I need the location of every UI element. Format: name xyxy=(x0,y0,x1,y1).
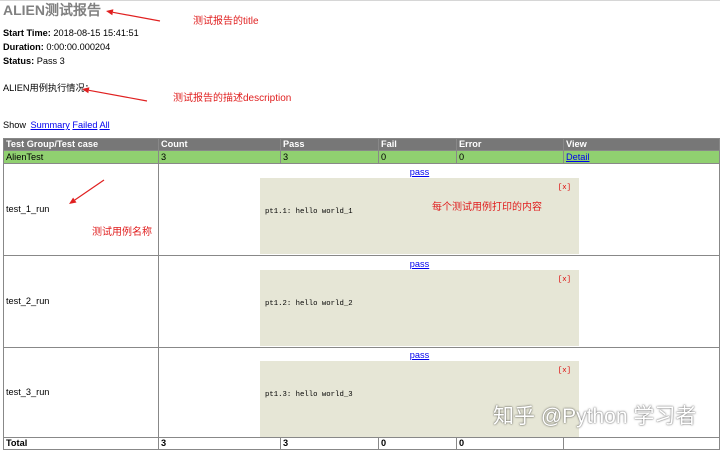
group-count: 3 xyxy=(158,150,281,164)
case-row: test_2_run pass [x] pt1.2: hello world_2 xyxy=(3,255,720,348)
case-result-line: pass xyxy=(260,350,579,361)
total-pass: 3 xyxy=(280,437,379,450)
filter-bar: Show Summary Failed All xyxy=(3,118,110,132)
group-view-cell: Detail xyxy=(563,150,720,164)
group-error: 0 xyxy=(456,150,564,164)
watermark: 知乎 @Python 学习者 xyxy=(493,405,697,428)
case-output-text: pt1.3: hello world_3 xyxy=(265,391,353,399)
case-output-popup: [x] pt1.1: hello world_1 xyxy=(260,178,579,254)
case-output-text: pt1.2: hello world_2 xyxy=(265,300,353,308)
case-name: test_1_run xyxy=(3,163,159,256)
header-pass: Pass xyxy=(280,138,379,151)
description-arrow-shaft xyxy=(88,89,148,102)
description-annotation: 测试报告的描述description xyxy=(173,93,292,104)
status-value: Pass 3 xyxy=(36,56,65,66)
title-arrow-head xyxy=(106,9,114,16)
header-view: View xyxy=(563,138,720,151)
header-error: Error xyxy=(456,138,564,151)
report-page: ALIEN测试报告 Start Time: 2018-08-15 15:41:5… xyxy=(0,0,720,450)
popup-close-button[interactable]: [x] xyxy=(558,367,571,375)
duration-line: Duration: 0:00:00.000204 xyxy=(3,40,139,54)
title-annotation: 测试报告的title xyxy=(193,16,259,27)
header-row: Test Group/Test case Count Pass Fail Err… xyxy=(3,138,720,151)
case-name: test_2_run xyxy=(3,255,159,348)
total-view-cell xyxy=(563,437,720,450)
group-fail: 0 xyxy=(378,150,457,164)
case-name: test_3_run xyxy=(3,347,159,438)
header-fail: Fail xyxy=(378,138,457,151)
case-output-popup: [x] pt1.2: hello world_2 xyxy=(260,270,579,346)
popup-close-line: [x] xyxy=(265,183,571,193)
detail-link[interactable]: Detail xyxy=(566,152,590,162)
popup-close-button[interactable]: [x] xyxy=(558,184,571,192)
case-result-line: pass xyxy=(260,259,579,270)
start-time-label: Start Time: xyxy=(3,28,51,38)
group-row: AlienTest 3 3 0 0 Detail xyxy=(3,150,720,164)
case-name-annotation: 测试用例名称 xyxy=(92,227,152,238)
filter-label: Show xyxy=(3,120,26,130)
total-error: 0 xyxy=(456,437,564,450)
case-row: test_1_run pass [x] pt1.1: hello world_1 xyxy=(3,163,720,256)
report-title: ALIEN测试报告 xyxy=(3,2,101,18)
total-row: Total 3 3 0 0 xyxy=(3,437,720,450)
status-line: Status: Pass 3 xyxy=(3,54,139,68)
start-time-value: 2018-08-15 15:41:51 xyxy=(53,28,139,38)
total-count: 3 xyxy=(158,437,281,450)
header-count: Count xyxy=(158,138,281,151)
report-attributes: Start Time: 2018-08-15 15:41:51 Duration… xyxy=(3,26,139,68)
case-detail-cell: pass [x] pt1.2: hello world_2 xyxy=(158,255,720,348)
result-table: Test Group/Test case Count Pass Fail Err… xyxy=(3,138,720,450)
status-label: Status: xyxy=(3,56,35,66)
duration-label: Duration: xyxy=(3,42,44,52)
total-label: Total xyxy=(3,437,159,450)
case-detail: pass [x] pt1.2: hello world_2 xyxy=(260,257,579,346)
start-time-line: Start Time: 2018-08-15 15:41:51 xyxy=(3,26,139,40)
popup-close-button[interactable]: [x] xyxy=(558,276,571,284)
all-link[interactable]: All xyxy=(100,120,110,130)
group-name: AlienTest xyxy=(3,150,159,164)
case-result-link[interactable]: pass xyxy=(410,259,429,269)
group-pass: 3 xyxy=(280,150,379,164)
case-result-link[interactable]: pass xyxy=(410,350,429,360)
report-description: ALIEN用例执行情况： xyxy=(3,83,94,93)
failed-link[interactable]: Failed xyxy=(72,120,97,130)
case-result-line: pass xyxy=(260,167,579,178)
case-result-link[interactable]: pass xyxy=(410,167,429,177)
title-arrow-shaft xyxy=(112,11,161,22)
popup-close-line: [x] xyxy=(265,275,571,285)
popup-close-line: [x] xyxy=(265,366,571,376)
header-test-case: Test Group/Test case xyxy=(3,138,159,151)
summary-link[interactable]: Summary xyxy=(31,120,70,130)
output-annotation: 每个测试用例打印的内容 xyxy=(432,202,542,213)
title-arrow-icon xyxy=(106,9,161,22)
duration-value: 0:00:00.000204 xyxy=(46,42,111,52)
total-fail: 0 xyxy=(378,437,457,450)
